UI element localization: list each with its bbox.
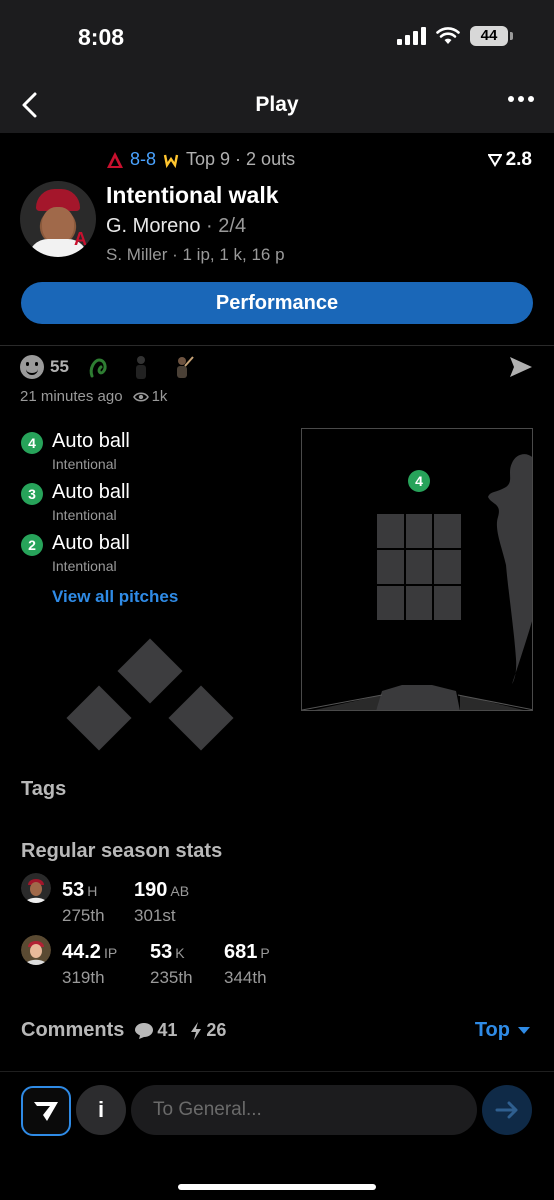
pitcher-stat-pitches: 681 P 344th — [224, 941, 270, 987]
snake-reaction-icon[interactable] — [87, 354, 111, 380]
divider — [0, 345, 554, 346]
battery-icon: 44 — [470, 26, 513, 46]
smiley-reaction-icon[interactable] — [20, 355, 44, 379]
reactions-bar[interactable]: 55 — [20, 354, 195, 380]
batter-stat-hits: 53 H 275th — [62, 879, 105, 925]
view-all-pitches-link[interactable]: View all pitches — [52, 587, 178, 607]
views-eye-icon — [132, 391, 149, 402]
season-stats-heading: Regular season stats — [21, 840, 223, 862]
reaction-count: 55 — [50, 357, 69, 376]
comment-count: 41 — [157, 1020, 178, 1040]
info-button[interactable]: i — [76, 1085, 126, 1135]
share-send-icon[interactable] — [508, 355, 534, 379]
top-bar: 8:08 44 Play — [0, 0, 554, 133]
post-meta: 21 minutes ago 1k — [20, 388, 167, 405]
performance-button[interactable]: Performance — [21, 282, 533, 324]
pitcher-stat-strikeouts: 53 K 235th — [150, 941, 193, 987]
send-message-button[interactable] — [482, 1085, 532, 1135]
leverage-icon — [487, 154, 502, 167]
bolt-count: 26 — [206, 1020, 227, 1040]
batter-mini-avatar[interactable] — [21, 873, 51, 903]
pitch-label: Auto ball — [52, 532, 130, 554]
win-odds: 2.8 — [487, 149, 532, 171]
status-time: 8:08 — [78, 24, 125, 50]
comment-bubble-icon — [135, 1022, 154, 1039]
comments-header: Comments 41 26 — [21, 1019, 226, 1042]
bolt-icon — [191, 1021, 202, 1040]
batter-reaction-icon[interactable] — [171, 354, 195, 380]
player-reaction-icon[interactable] — [129, 354, 153, 380]
tags-heading: Tags — [21, 778, 67, 800]
page-title: Play — [255, 93, 299, 116]
status-icons: 44 — [397, 26, 513, 46]
team-badge-icon: A — [74, 229, 87, 249]
message-input[interactable]: To General... — [131, 1085, 477, 1135]
inning-status: Top 9 · 2 outs — [186, 149, 296, 169]
pitch-number: 3 — [21, 483, 43, 505]
batter-avatar[interactable]: A — [20, 181, 96, 257]
zone-grid — [377, 514, 461, 620]
pitcher-stat-innings: 44.2 IP 319th — [62, 941, 118, 987]
batter-stat-at-bats: 190 AB 301st — [134, 879, 190, 925]
cellular-signal-icon — [397, 27, 426, 45]
second-base — [117, 638, 183, 704]
view-count: 1k — [151, 388, 168, 405]
brewers-logo-icon — [163, 154, 179, 168]
caret-down-icon — [518, 1027, 530, 1034]
pitch-type: Intentional — [52, 456, 117, 472]
pitch-type: Intentional — [52, 558, 117, 574]
batter-name[interactable]: G. Moreno — [106, 215, 200, 237]
pitch-number: 2 — [21, 534, 43, 556]
batter-result: · 2/4 — [200, 215, 247, 237]
play-title: Intentional walk — [106, 182, 279, 208]
time-ago: 21 minutes ago — [20, 388, 123, 405]
send-arrow-icon — [495, 1101, 518, 1119]
diamondbacks-logo-icon — [107, 151, 123, 168]
pitch-number: 4 — [21, 432, 43, 454]
zone-pitch-marker[interactable]: 4 — [408, 470, 430, 492]
pitch-label: Auto ball — [52, 430, 130, 452]
first-base — [168, 685, 234, 751]
app-logo-button[interactable] — [21, 1086, 71, 1136]
app-logo-icon — [34, 1102, 58, 1121]
pitch-label: Auto ball — [52, 481, 130, 503]
third-base — [66, 685, 132, 751]
more-options-icon[interactable] — [508, 96, 534, 102]
game-score: 8-8 — [130, 149, 157, 169]
pitcher-mini-avatar[interactable] — [21, 935, 51, 965]
sort-dropdown[interactable]: Top — [475, 1019, 530, 1042]
wifi-icon — [436, 27, 460, 44]
odds-value: 2.8 — [505, 149, 532, 170]
strike-zone-panel[interactable]: 4 — [301, 428, 533, 711]
game-scoreline[interactable]: 8-8 Top 9 · 2 outs — [106, 149, 295, 170]
batter-line: G. Moreno · 2/4 — [106, 215, 246, 238]
home-indicator — [178, 1184, 376, 1190]
pitcher-line: S. Miller · 1 ip, 1 k, 16 p — [106, 245, 285, 264]
pitch-type: Intentional — [52, 507, 117, 523]
comments-label: Comments — [21, 1019, 125, 1041]
composer-divider — [0, 1071, 554, 1072]
sort-label: Top — [474, 1019, 510, 1041]
